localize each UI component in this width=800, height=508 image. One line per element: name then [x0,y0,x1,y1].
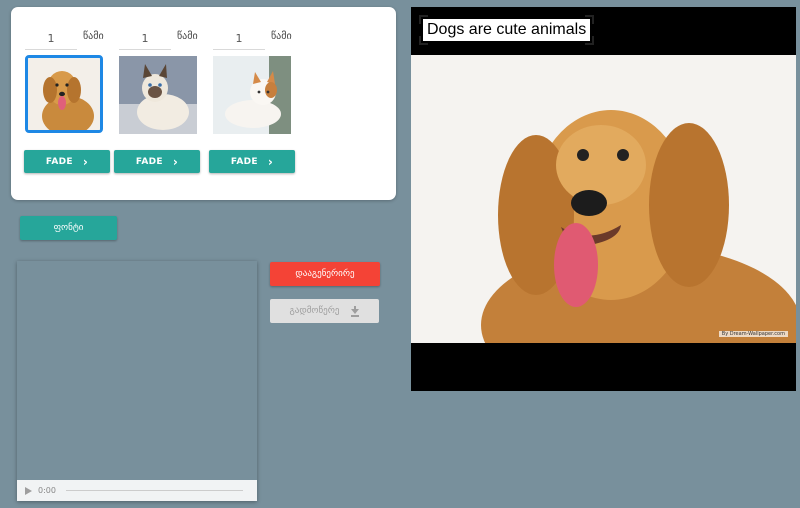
generate-button-label: დააგენერირე [295,269,355,279]
duration-unit: წამი [177,31,198,42]
fade-label: FADE [45,156,73,167]
download-button-label: გადმოწერე [289,306,340,316]
fade-button[interactable]: FADE › [114,150,200,173]
audio-player: 0:00 [17,480,257,501]
audio-progress-track[interactable] [65,490,243,491]
slide-thumbnail[interactable] [25,55,103,133]
slides-panel: წამი FADE › წამი [11,7,396,200]
audio-time: 0:00 [38,486,56,495]
duration-input[interactable] [119,27,171,50]
download-icon [351,305,360,317]
fade-label: FADE [230,156,258,167]
video-player: 0:00 [17,261,257,501]
dog-image [411,55,796,343]
resize-handle-top-left[interactable] [419,15,428,24]
preview-canvas[interactable]: By Dream-Wallpaper.com Dogs are cute ani… [411,7,796,391]
duration-input[interactable] [25,27,77,50]
duration-input[interactable] [213,27,265,50]
font-button[interactable]: ფონტი [20,216,117,240]
slide-thumbnail[interactable] [213,56,291,134]
fade-button[interactable]: FADE › [209,150,295,173]
download-button[interactable]: გადმოწერე [270,299,379,323]
slide-thumbnail[interactable] [119,56,197,134]
chevron-right-icon: › [82,154,89,169]
resize-handle-top-right[interactable] [585,15,595,24]
chevron-right-icon: › [267,154,274,169]
duration-unit: წამი [83,31,104,42]
generate-button[interactable]: დააგენერირე [270,262,380,286]
cat-image [119,56,197,134]
play-icon[interactable] [25,486,32,495]
cat-image [213,56,291,134]
watermark: By Dream-Wallpaper.com [718,331,788,337]
chevron-right-icon: › [172,154,179,169]
duration-row: წამი [213,27,301,51]
caption-text-box[interactable]: Dogs are cute animals [419,15,595,45]
duration-unit: წამი [271,31,292,42]
duration-row: წამი [119,27,207,51]
duration-row: წამი [25,27,113,51]
dog-image [28,58,100,130]
fade-button[interactable]: FADE › [24,150,110,173]
preview-image: By Dream-Wallpaper.com [411,55,796,343]
caption-text: Dogs are cute animals [427,21,587,38]
font-button-label: ფონტი [53,223,84,233]
fade-label: FADE [135,156,163,167]
resize-handle-bottom-left[interactable] [419,36,428,45]
resize-handle-bottom-right[interactable] [585,36,595,45]
